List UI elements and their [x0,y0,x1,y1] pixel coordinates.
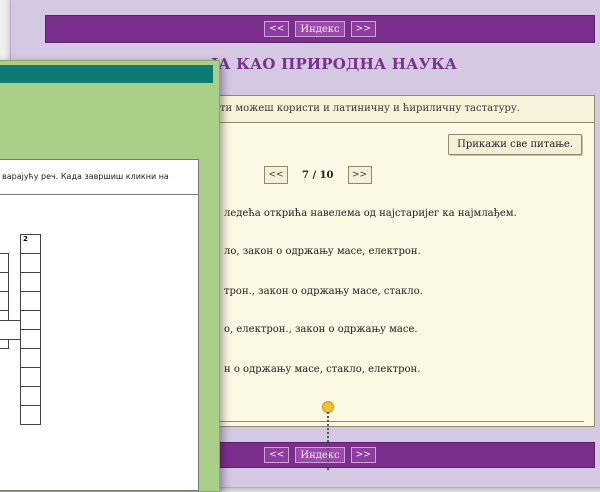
clue-number: 2 [23,235,28,243]
crossword-cell[interactable] [20,310,41,330]
prev-page-button[interactable]: << [264,21,290,37]
crossword-cell[interactable] [0,320,21,340]
crossword-panel: варајућу реч. Када завршиш кликни на 2 [0,159,199,491]
answer-option-3[interactable]: о, електрон., закон о одржању масе. [224,324,418,335]
crossword-cell[interactable]: 2 [20,234,41,254]
index-button-bottom[interactable]: Индекс [295,447,345,463]
answer-option-2[interactable]: трон., закон о одржању масе, стакло. [224,286,423,297]
crossword-cell[interactable] [20,367,41,387]
crossword-cell[interactable] [20,253,41,273]
page-title: ЈА КАО ПРИРОДНА НАУКА [211,55,458,73]
crossword-cell[interactable] [20,272,41,292]
next-question-button[interactable]: >> [347,166,372,184]
keyboard-hint: ти можеш користи и латиничну и ћириличну… [202,96,594,123]
crossword-window: варајућу реч. Када завршиш кликни на 2 [0,60,220,492]
top-nav-bar: << Индекс >> [45,15,595,43]
cursor-pointer-line [327,412,329,470]
prev-question-button[interactable]: << [264,166,288,184]
show-all-questions-button[interactable]: Прикажи све питање. [448,134,582,155]
crossword-instruction: варајућу реч. Када завршиш кликни на [0,160,198,195]
question-text: ледећа открића навелема од најстаријег к… [224,208,517,219]
next-page-button-bottom[interactable]: >> [350,447,376,463]
answer-option-4[interactable]: н о одржању масе, стакло, електрон. [224,364,420,375]
crossword-cell[interactable] [0,291,9,311]
crossword-cell[interactable] [20,291,41,311]
quiz-panel: ти можеш користи и латиничну и ћириличну… [201,95,595,427]
crossword-cell[interactable] [20,348,41,368]
next-page-button[interactable]: >> [350,21,376,37]
divider [202,421,584,422]
crossword-title-bar [0,65,213,83]
crossword-cell[interactable] [20,405,41,425]
crossword-cell[interactable] [0,272,9,292]
answer-option-1[interactable]: ло, закон о одржању масе, електрон. [224,246,421,257]
question-counter: 7 / 10 [302,169,334,181]
crossword-cell[interactable] [20,386,41,406]
question-pager: << 7 / 10 >> [264,166,372,184]
crossword-cell[interactable] [20,329,41,349]
crossword-cell[interactable] [0,253,9,273]
prev-page-button-bottom[interactable]: << [264,447,290,463]
index-button[interactable]: Индекс [295,21,345,37]
